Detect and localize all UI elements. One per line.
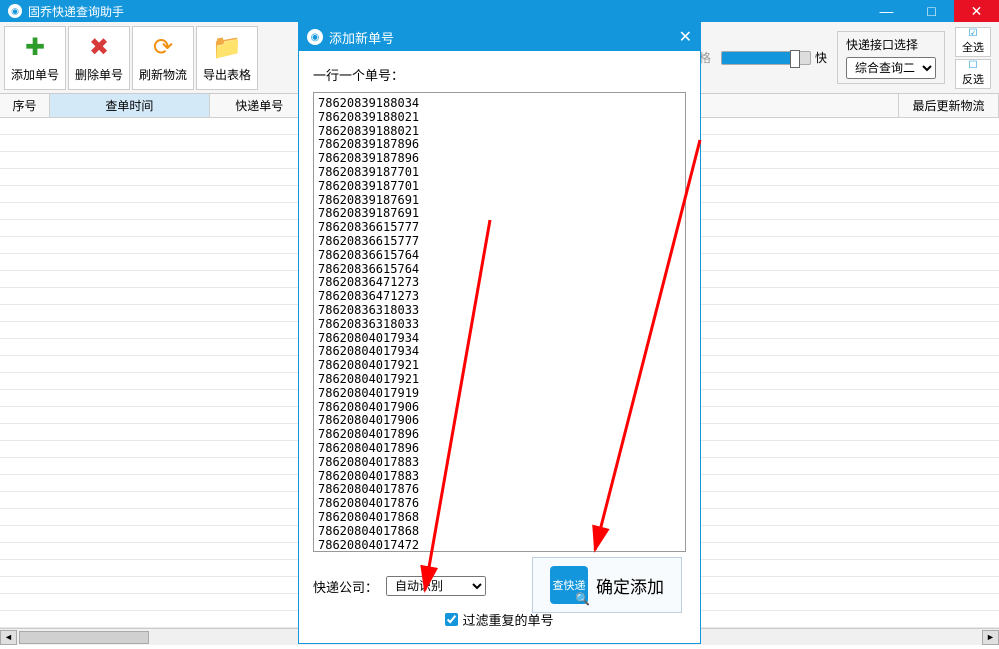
modal-title: 添加新单号 xyxy=(329,28,679,47)
modal-label: 一行一个单号： xyxy=(313,65,686,84)
speed-fast-label: 快 xyxy=(815,49,827,66)
interface-label: 快递接口选择 xyxy=(846,36,936,53)
company-dropdown[interactable]: 自动识别 xyxy=(386,576,486,596)
invert-label: 反选 xyxy=(962,71,984,87)
modal-header: ◉ 添加新单号 ✕ xyxy=(299,23,700,51)
scroll-left-button[interactable]: ◄ xyxy=(0,630,17,645)
col-update-info[interactable]: 最后更新物流 xyxy=(899,94,999,117)
delete-label: 删除单号 xyxy=(75,66,123,83)
refresh-icon: ⟳ xyxy=(149,34,177,62)
export-label: 导出表格 xyxy=(203,66,251,83)
speed-slider-wrap: 快 xyxy=(721,49,827,66)
app-title: 固乔快递查询助手 xyxy=(28,3,864,20)
select-all-label: 全选 xyxy=(962,39,984,55)
invert-icon: ☐ xyxy=(969,60,978,71)
search-express-icon: 查快递 xyxy=(550,566,588,604)
plus-icon: ✚ xyxy=(21,34,49,62)
refresh-button[interactable]: ⟳ 刷新物流 xyxy=(132,26,194,90)
window-controls: — □ ✕ xyxy=(864,0,999,22)
refresh-label: 刷新物流 xyxy=(139,66,187,83)
scroll-thumb[interactable] xyxy=(19,631,149,644)
col-tracking-no[interactable]: 快递单号 xyxy=(210,94,310,117)
filter-duplicates-checkbox[interactable] xyxy=(445,613,458,626)
col-query-time[interactable]: 查单时间 xyxy=(50,94,210,117)
select-all-icon: ☑ xyxy=(969,28,978,39)
confirm-label: 确定添加 xyxy=(596,573,664,598)
maximize-button[interactable]: □ xyxy=(909,0,954,22)
add-modal: ◉ 添加新单号 ✕ 一行一个单号： 快递公司： 自动识别 过滤重复的单号 查快递… xyxy=(298,22,701,644)
minimize-button[interactable]: — xyxy=(864,0,909,22)
tracking-numbers-input[interactable] xyxy=(313,92,686,552)
add-label: 添加单号 xyxy=(11,66,59,83)
export-button[interactable]: 📁 导出表格 xyxy=(196,26,258,90)
titlebar: ◉ 固乔快递查询助手 — □ ✕ xyxy=(0,0,999,22)
select-all-button[interactable]: ☑ 全选 xyxy=(955,27,991,57)
folder-icon: 📁 xyxy=(213,34,241,62)
scroll-right-button[interactable]: ► xyxy=(982,630,999,645)
close-button[interactable]: ✕ xyxy=(954,0,999,22)
delete-button[interactable]: ✖ 删除单号 xyxy=(68,26,130,90)
app-icon: ◉ xyxy=(8,4,22,18)
add-button[interactable]: ✚ 添加单号 xyxy=(4,26,66,90)
confirm-add-button[interactable]: 查快递 确定添加 xyxy=(532,557,682,613)
modal-icon: ◉ xyxy=(307,29,323,45)
modal-body: 一行一个单号： xyxy=(299,51,700,566)
invert-button[interactable]: ☐ 反选 xyxy=(955,59,991,89)
interface-selector: 快递接口选择 综合查询二 xyxy=(837,31,945,84)
speed-slider[interactable] xyxy=(721,51,811,65)
select-buttons: ☑ 全选 ☐ 反选 xyxy=(955,27,991,89)
col-index[interactable]: 序号 xyxy=(0,94,50,117)
company-label: 快递公司： xyxy=(313,577,378,596)
modal-close-button[interactable]: ✕ xyxy=(679,27,692,47)
interface-dropdown[interactable]: 综合查询二 xyxy=(846,57,936,79)
x-icon: ✖ xyxy=(85,34,113,62)
